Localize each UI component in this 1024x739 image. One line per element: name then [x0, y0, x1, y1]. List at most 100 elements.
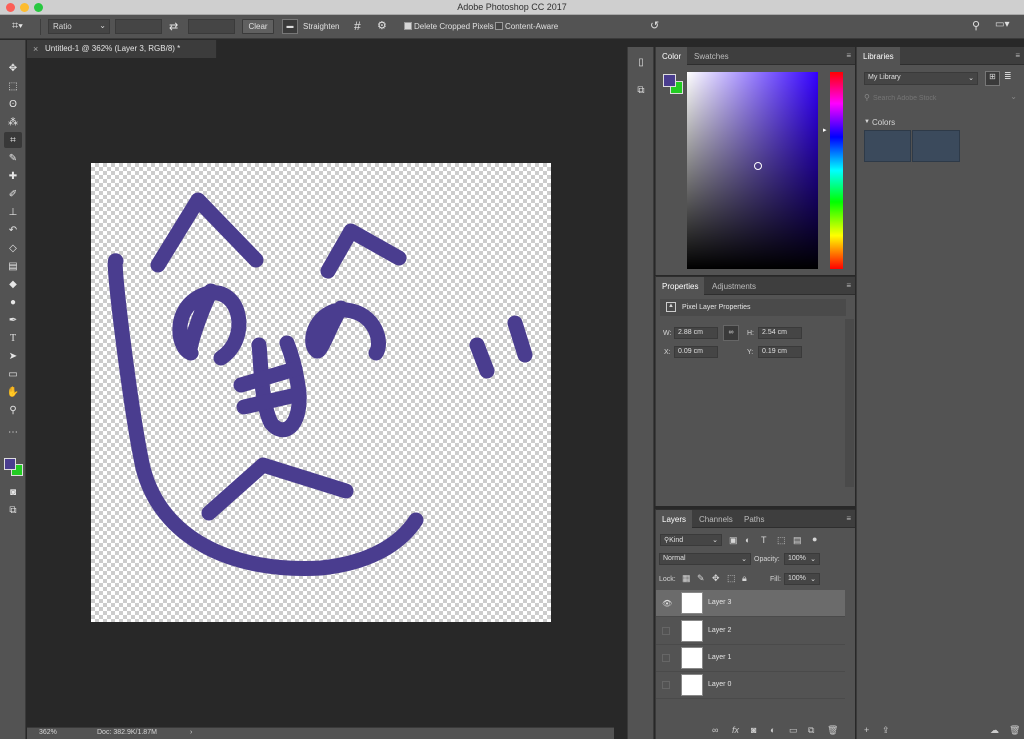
- tab-properties[interactable]: Properties: [656, 277, 705, 295]
- zoom-tool-icon[interactable]: ⚲: [4, 402, 22, 418]
- layer-mask-icon[interactable]: ◙: [751, 725, 756, 735]
- hand-tool-icon[interactable]: ✋: [4, 384, 22, 400]
- foreground-color-chip[interactable]: [663, 74, 676, 87]
- tab-adjustments[interactable]: Adjustments: [706, 277, 762, 295]
- width-input[interactable]: 2.88 cm: [674, 327, 718, 339]
- quick-mask-icon[interactable]: ◙: [4, 484, 22, 500]
- layer-filter-select[interactable]: ⚲Kind ⌄: [660, 534, 722, 546]
- trash-icon[interactable]: 🗑︎: [827, 725, 838, 736]
- image-canvas[interactable]: [91, 163, 551, 622]
- tab-color[interactable]: Color: [656, 47, 688, 65]
- search-icon[interactable]: ⚲: [972, 19, 980, 32]
- eraser-tool-icon[interactable]: ◇: [4, 240, 22, 256]
- y-input[interactable]: 0.19 cm: [758, 346, 802, 358]
- layer-style-icon[interactable]: fx: [732, 725, 739, 735]
- filter-type-icon[interactable]: T: [761, 535, 767, 545]
- lock-transparent-icon[interactable]: ▦: [682, 573, 691, 584]
- gear-icon[interactable]: ⚙: [377, 19, 387, 32]
- close-tab-icon[interactable]: ×: [33, 44, 38, 54]
- library-color-swatch[interactable]: [912, 130, 960, 162]
- filter-smart-object-icon[interactable]: ▤: [793, 535, 802, 546]
- dodge-tool-icon[interactable]: ●: [4, 294, 22, 310]
- filter-adjustment-icon[interactable]: ◐: [745, 535, 750, 545]
- tab-swatches[interactable]: Swatches: [688, 47, 735, 65]
- creative-cloud-icon[interactable]: ☁︎: [990, 725, 999, 736]
- blur-tool-icon[interactable]: ◆: [4, 276, 22, 292]
- panel-menu-icon[interactable]: ≡: [846, 514, 851, 523]
- visibility-toggle[interactable]: [662, 627, 670, 635]
- triangle-down-icon[interactable]: ▼: [864, 119, 870, 125]
- grid-view-icon[interactable]: ⊞: [985, 71, 1000, 86]
- library-select[interactable]: My Library ⌄: [864, 72, 978, 85]
- blend-mode-select[interactable]: Normal ⌄: [659, 553, 751, 565]
- link-icon[interactable]: ∞: [723, 325, 739, 341]
- eyedropper-tool-icon[interactable]: ✎: [4, 150, 22, 166]
- clear-button[interactable]: Clear: [242, 19, 274, 34]
- ratio-width-input[interactable]: [115, 19, 162, 34]
- ratio-height-input[interactable]: [188, 19, 235, 34]
- grid-overlay-icon[interactable]: #: [354, 19, 361, 33]
- device-preview-icon[interactable]: ▯: [633, 57, 649, 73]
- filter-pixel-icon[interactable]: ▣: [729, 535, 738, 546]
- history-brush-tool-icon[interactable]: ↶: [4, 222, 22, 238]
- crop-tool-preset-icon[interactable]: ⌗▾: [12, 20, 32, 34]
- new-layer-icon[interactable]: ⧉: [808, 725, 814, 736]
- layer-row[interactable]: Layer 1: [656, 645, 845, 672]
- magic-wand-tool-icon[interactable]: ⁂: [4, 114, 22, 130]
- workspace-icon[interactable]: ▭▾: [995, 19, 1009, 30]
- link-layers-icon[interactable]: ∞: [712, 725, 718, 735]
- visibility-toggle[interactable]: [662, 654, 670, 662]
- layer-row[interactable]: 👁︎ Layer 3: [656, 590, 845, 617]
- straighten-label[interactable]: Straighten: [303, 22, 339, 31]
- straighten-icon[interactable]: ▬: [282, 19, 298, 34]
- gradient-tool-icon[interactable]: ▤: [4, 258, 22, 274]
- lasso-tool-icon[interactable]: ʘ: [4, 96, 22, 112]
- hue-slider[interactable]: [830, 72, 843, 269]
- tab-layers[interactable]: Layers: [656, 510, 693, 528]
- upload-icon[interactable]: ⇪: [882, 725, 890, 736]
- pen-tool-icon[interactable]: ✒: [4, 312, 22, 328]
- brush-tool-icon[interactable]: ✐: [4, 186, 22, 202]
- type-tool-icon[interactable]: T: [4, 330, 22, 346]
- properties-scrollbar[interactable]: [845, 319, 854, 487]
- adjustment-layer-icon[interactable]: ◐: [770, 725, 775, 735]
- chevron-down-icon[interactable]: ⌄: [1010, 92, 1017, 101]
- tab-channels[interactable]: Channels: [693, 510, 739, 528]
- layer-comps-icon[interactable]: ⧉: [633, 85, 649, 101]
- lock-all-icon[interactable]: 🔒︎: [742, 573, 747, 584]
- move-tool-icon[interactable]: ✥: [4, 60, 22, 76]
- clone-stamp-tool-icon[interactable]: ⊥: [4, 204, 22, 220]
- filter-toggle-icon[interactable]: ●: [812, 534, 817, 544]
- trash-icon[interactable]: 🗑︎: [1009, 725, 1020, 736]
- stock-search-input[interactable]: [873, 92, 1007, 105]
- panel-menu-icon[interactable]: ≡: [846, 51, 851, 60]
- opacity-input[interactable]: 100% ⌄: [784, 553, 820, 565]
- visibility-toggle[interactable]: [662, 681, 670, 689]
- healing-brush-tool-icon[interactable]: ✚: [4, 168, 22, 184]
- hue-slider-handle[interactable]: ▸: [823, 126, 827, 134]
- crop-tool-icon[interactable]: ⌗: [4, 132, 22, 148]
- tab-libraries[interactable]: Libraries: [857, 47, 900, 65]
- lock-position-icon[interactable]: ✥: [712, 573, 720, 584]
- screen-mode-icon[interactable]: ⧉: [4, 502, 22, 518]
- lock-artboard-icon[interactable]: ⬚: [727, 573, 736, 584]
- tab-paths[interactable]: Paths: [738, 510, 770, 528]
- filter-shape-icon[interactable]: ⬚: [777, 535, 786, 546]
- path-selection-tool-icon[interactable]: ➤: [4, 348, 22, 364]
- lock-image-icon[interactable]: ✎: [697, 573, 705, 584]
- rectangle-tool-icon[interactable]: ▭: [4, 366, 22, 382]
- chevron-right-icon[interactable]: ›: [190, 729, 192, 736]
- ratio-select[interactable]: Ratio ⌄: [48, 19, 110, 34]
- reset-icon[interactable]: ↺: [650, 19, 659, 32]
- list-view-icon[interactable]: ≣: [1004, 71, 1012, 82]
- panel-menu-icon[interactable]: ≡: [846, 281, 851, 290]
- layer-row[interactable]: Layer 2: [656, 618, 845, 645]
- x-input[interactable]: 0.09 cm: [674, 346, 718, 358]
- new-group-icon[interactable]: ▭: [789, 725, 798, 736]
- height-input[interactable]: 2.54 cm: [758, 327, 802, 339]
- document-tab[interactable]: × Untitled-1 @ 362% (Layer 3, RGB/8) *: [27, 40, 217, 58]
- eye-icon[interactable]: 👁︎: [662, 599, 672, 608]
- library-color-swatch[interactable]: [864, 130, 911, 162]
- swap-icon[interactable]: ⇄: [169, 20, 178, 33]
- foreground-color-swatch[interactable]: [4, 458, 16, 470]
